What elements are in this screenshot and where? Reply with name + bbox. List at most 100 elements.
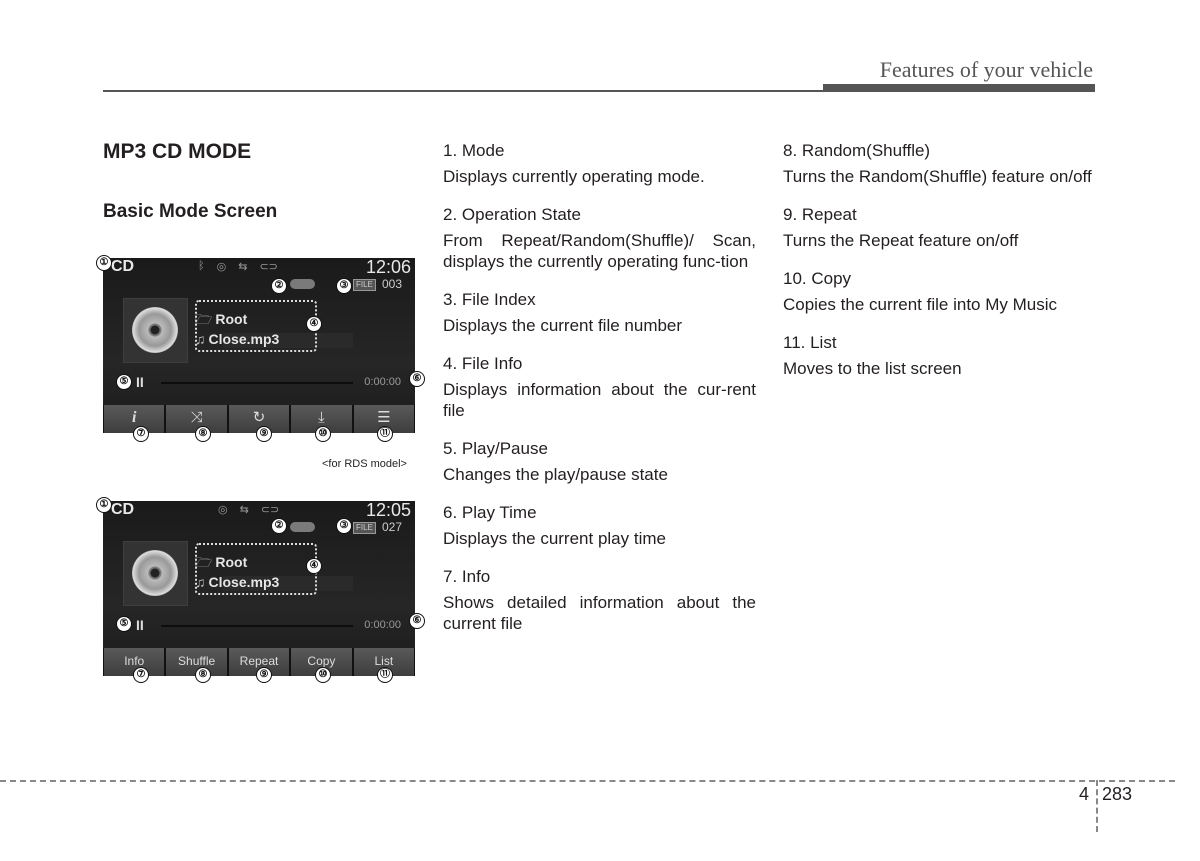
entry-title: 2. Operation State (443, 205, 581, 224)
callout-4: ④ (306, 558, 322, 574)
usb-icon: ⇆ (239, 504, 249, 516)
progress-bar[interactable] (161, 382, 353, 384)
status-icons: ◎ ⇆ ⊂⊃ (218, 503, 279, 516)
folder-icon: 🗁 (195, 311, 213, 327)
file-index: 027 (382, 520, 403, 534)
chapter-number: 4 (1079, 784, 1090, 804)
progress-bar[interactable] (161, 625, 353, 627)
header-rule (103, 90, 823, 92)
entry-desc: Turns the Repeat feature on/off (783, 231, 1019, 250)
entry-title: 3. File Index (443, 290, 536, 309)
entry-file-info: 4. File Info Displays information about … (443, 353, 756, 421)
entry-desc: Copies the current file into My Music (783, 295, 1057, 314)
entry-repeat: 9. Repeat Turns the Repeat feature on/of… (783, 204, 1096, 251)
cd-icon (132, 550, 178, 596)
section-subtitle: Basic Mode Screen (103, 201, 278, 222)
entry-title: 1. Mode (443, 141, 505, 160)
callout-7: ⑦ (133, 667, 149, 683)
callout-8: ⑧ (195, 426, 211, 442)
callout-3: ③ (336, 518, 352, 534)
entry-play-time: 6. Play Time Displays the current play t… (443, 502, 756, 549)
callout-6: ⑥ (409, 371, 425, 387)
screen-rds-model: CD ᛒ ◎ ⇆ ⊂⊃ 12:06 FILE 003 🗁 Root ♫ Close.… (103, 257, 415, 433)
description-column-1: 1. Mode Displays currently operating mod… (443, 140, 756, 651)
callout-2: ② (271, 518, 287, 534)
file-name: Close.mp3 (208, 331, 280, 347)
entry-desc: From Repeat/Random(Shuffle)/ Scan, displ… (443, 231, 756, 271)
entry-desc: Displays currently operating mode. (443, 167, 705, 186)
file-name: Close.mp3 (208, 574, 280, 590)
disc-icon: ◎ (218, 504, 228, 516)
play-time: 0:00:00 (364, 619, 401, 631)
play-pause-button[interactable]: II (136, 617, 144, 633)
callout-11: ⑪ (377, 667, 393, 683)
folder-name: Root (215, 311, 248, 327)
entry-title: 6. Play Time (443, 503, 537, 522)
entry-title: 5. Play/Pause (443, 439, 548, 458)
entry-desc: Moves to the list screen (783, 359, 962, 378)
entry-play-pause: 5. Play/Pause Changes the play/pause sta… (443, 438, 756, 485)
entry-file-index: 3. File Index Displays the current file … (443, 289, 756, 336)
file-index: 003 (382, 277, 403, 291)
entry-desc: Displays information about the cur-rent … (443, 380, 756, 420)
callout-7: ⑦ (133, 426, 149, 442)
footer-divider (0, 780, 1175, 782)
description-column-2: 8. Random(Shuffle) Turns the Random(Shuf… (783, 140, 1096, 396)
clock: 12:05 (365, 500, 411, 520)
file-row: ♫ Close.mp3 (195, 331, 279, 347)
entry-copy: 10. Copy Copies the current file into My… (783, 268, 1096, 315)
callout-10: ⑩ (315, 426, 331, 442)
file-badge: FILE (353, 279, 376, 291)
mode-label: CD (111, 501, 135, 518)
play-time: 0:00:00 (364, 376, 401, 388)
file-badge: FILE (353, 522, 376, 534)
footer-vertical-divider (1096, 780, 1098, 832)
entry-desc: Displays the current file number (443, 316, 683, 335)
music-note-icon: ♫ (195, 574, 206, 590)
status-icons: ᛒ ◎ ⇆ ⊂⊃ (198, 260, 278, 273)
callout-9: ⑨ (256, 667, 272, 683)
callout-2: ② (271, 278, 287, 294)
section-title: MP3 CD MODE (103, 140, 252, 163)
album-art (123, 298, 188, 363)
page-number: 283 (1102, 784, 1133, 804)
operation-state-indicator (290, 522, 315, 532)
usb-icon: ⇆ (238, 261, 248, 273)
aux-icon: ⊂⊃ (260, 504, 280, 516)
album-art (123, 541, 188, 606)
aux-icon: ⊂⊃ (259, 261, 278, 273)
cd-icon (132, 307, 178, 353)
callout-4: ④ (306, 316, 322, 332)
entry-desc: Turns the Random(Shuffle) feature on/off (783, 167, 1092, 186)
callout-8: ⑧ (195, 667, 211, 683)
entry-title: 10. Copy (783, 269, 852, 288)
play-pause-button[interactable]: II (136, 374, 144, 390)
file-row: ♫ Close.mp3 (195, 574, 279, 590)
operation-state-indicator (290, 279, 315, 289)
mode-label: CD (111, 258, 135, 275)
callout-6: ⑥ (409, 613, 425, 629)
entry-title: 11. List (783, 333, 837, 352)
entry-operation-state: 2. Operation State From Repeat/Random(Sh… (443, 204, 756, 272)
entry-title: 8. Random(Shuffle) (783, 141, 931, 160)
folder-row: 🗁 Root (195, 309, 247, 333)
callout-5: ⑤ (116, 616, 132, 632)
screen-standard-model: CD ◎ ⇆ ⊂⊃ 12:05 FILE 027 🗁 Root ♫ Close.mp… (103, 500, 415, 676)
callout-1: ① (96, 255, 112, 271)
entry-list: 11. List Moves to the list screen (783, 332, 1096, 379)
entry-info: 7. Info Shows detailed information about… (443, 566, 756, 634)
entry-title: 9. Repeat (783, 205, 857, 224)
header-rule-accent (823, 84, 1095, 92)
screen-caption: <for RDS model> (322, 458, 407, 470)
callout-9: ⑨ (256, 426, 272, 442)
music-note-icon: ♫ (195, 331, 206, 347)
entry-random-shuffle: 8. Random(Shuffle) Turns the Random(Shuf… (783, 140, 1096, 187)
entry-mode: 1. Mode Displays currently operating mod… (443, 140, 756, 187)
entry-desc: Displays the current play time (443, 529, 666, 548)
folder-icon: 🗁 (195, 554, 213, 570)
entry-title: 7. Info (443, 567, 491, 586)
entry-desc: Changes the play/pause state (443, 465, 668, 484)
clock: 12:06 (365, 257, 411, 277)
header-title: Features of your vehicle (879, 57, 1093, 82)
bluetooth-icon: ᛒ (198, 260, 205, 272)
